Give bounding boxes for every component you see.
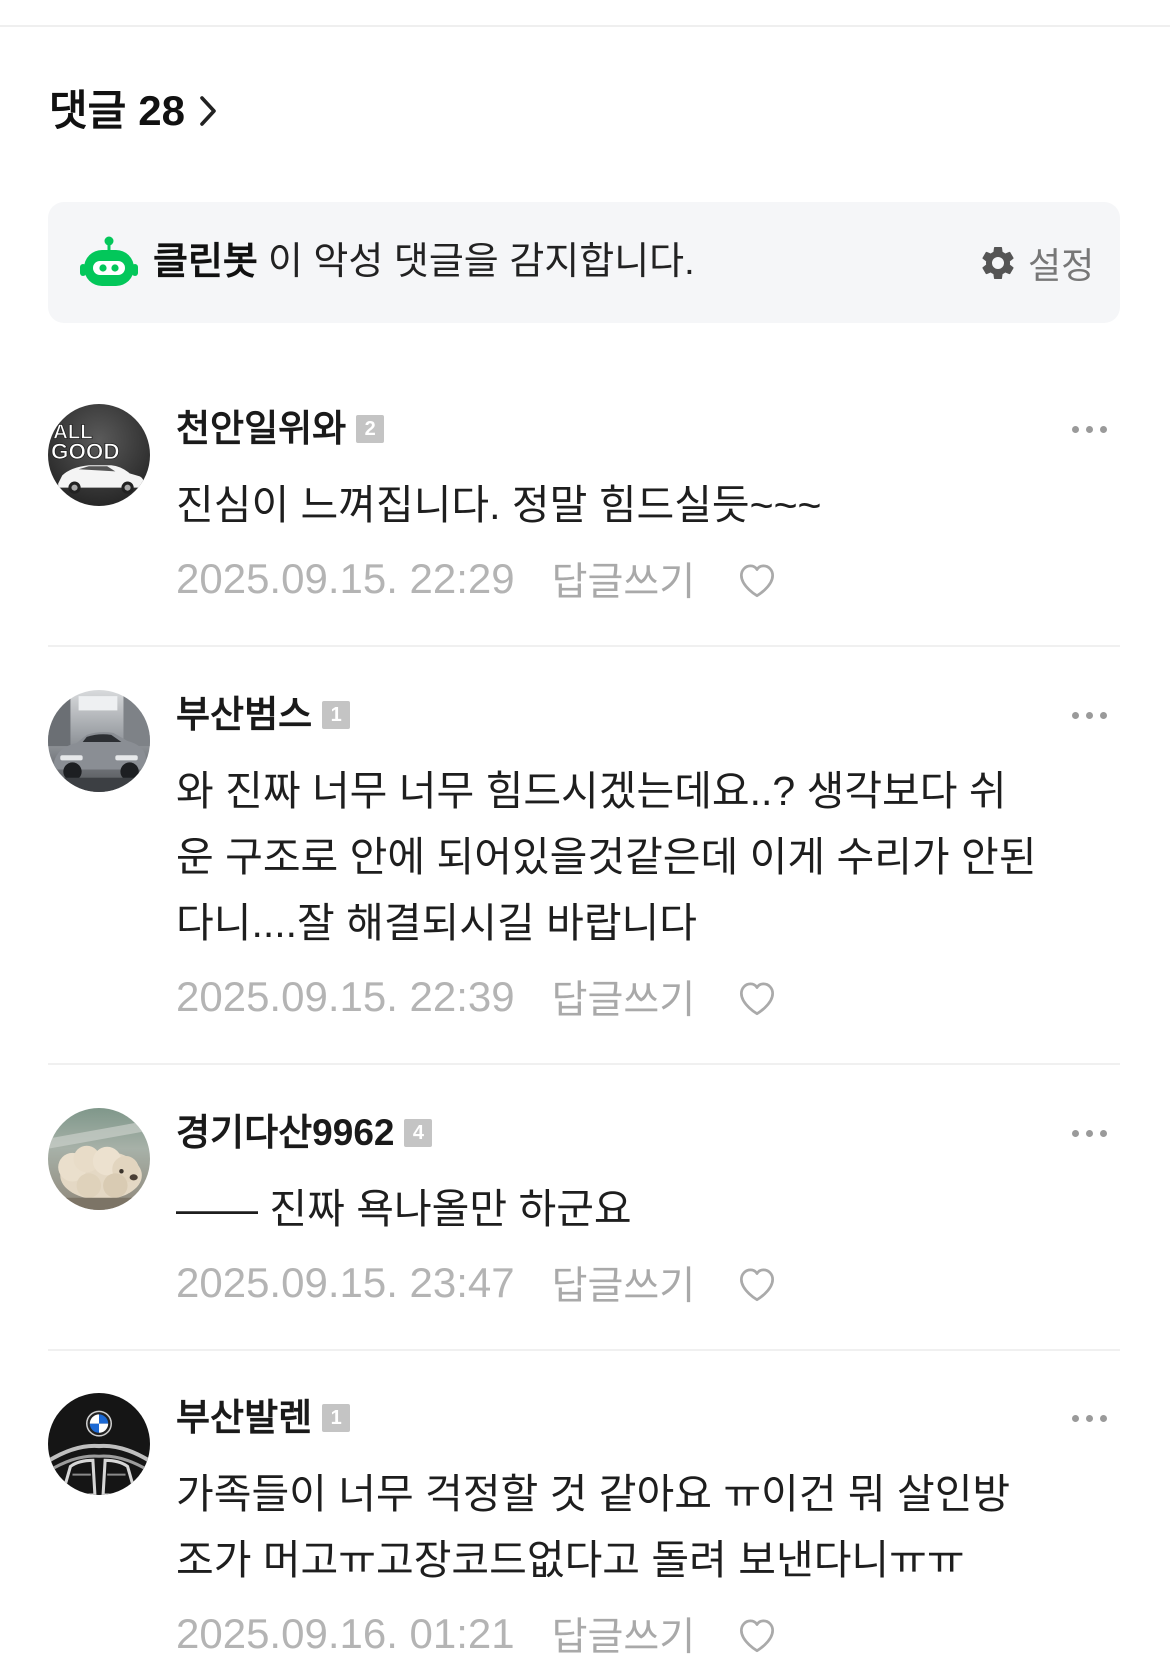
author-name[interactable]: 부산발렌 bbox=[176, 1393, 312, 1443]
avatar[interactable] bbox=[48, 1108, 150, 1210]
cleanbot-settings-button[interactable]: 설정 bbox=[978, 202, 1094, 323]
more-dot bbox=[1100, 711, 1107, 719]
comment-date: 2025.09.15. 22:29 bbox=[176, 555, 515, 602]
more-dot bbox=[1072, 1129, 1079, 1137]
comment-text: 진심이 느껴집니다. 정말 힘드실듯~~~ bbox=[176, 472, 1120, 538]
comment-line: 가족들이 너무 걱정할 것 같아요 ㅠ이건 뭐 살인방 bbox=[176, 1471, 1011, 1517]
settings-label: 설정 bbox=[1028, 244, 1095, 286]
author-name[interactable]: 부산범스 bbox=[176, 690, 312, 740]
chevron-right-icon bbox=[200, 96, 216, 126]
gear-icon bbox=[982, 246, 1014, 279]
more-dot bbox=[1086, 1129, 1093, 1137]
comment-divider bbox=[48, 645, 1120, 647]
comment-meta: 2025.09.15. 22:29 답글쓰기 bbox=[176, 554, 779, 604]
more-dot bbox=[1072, 425, 1079, 433]
comment-header: 천안일위와 2 bbox=[176, 404, 385, 454]
robot-icon bbox=[80, 236, 138, 286]
avatar-logo-text: GOOD bbox=[51, 439, 120, 464]
comment-line: 조가 머고ㅠ고장코드없다고 돌려 보낸다니ㅠㅠ bbox=[176, 1537, 965, 1583]
comment-meta: 2025.09.15. 23:47 답글쓰기 bbox=[176, 1258, 779, 1308]
avatar[interactable] bbox=[48, 1393, 150, 1495]
more-dot bbox=[1100, 425, 1107, 433]
level-badge: 1 bbox=[322, 1404, 351, 1432]
comment-meta: 2025.09.15. 22:39 답글쓰기 bbox=[176, 972, 779, 1022]
cleanbot-text: 이 악성 댓글을 감지합니다. bbox=[267, 241, 695, 283]
comments-title: 댓글 bbox=[49, 87, 127, 134]
comment-line: 진심이 느껴집니다. 정말 힘드실듯~~~ bbox=[176, 482, 822, 528]
comment-header: 부산발렌 1 bbox=[176, 1393, 351, 1443]
more-options-button[interactable] bbox=[1072, 1393, 1107, 1443]
reply-button[interactable]: 답글쓰기 bbox=[552, 1255, 696, 1311]
comment-header: 부산범스 1 bbox=[176, 690, 351, 740]
more-dot bbox=[1100, 1129, 1107, 1137]
comments-count: 28 bbox=[138, 87, 185, 134]
reply-button[interactable]: 답글쓰기 bbox=[552, 551, 696, 607]
more-options-button[interactable] bbox=[1072, 404, 1107, 454]
more-options-button[interactable] bbox=[1072, 690, 1107, 740]
comment-date: 2025.09.16. 01:21 bbox=[176, 1610, 515, 1657]
author-name[interactable]: 경기다산9962 bbox=[176, 1108, 394, 1158]
cleanbot-message: 클린봇 이 악성 댓글을 감지합니다. bbox=[153, 202, 695, 323]
comment-text: 가족들이 너무 걱정할 것 같아요 ㅠ이건 뭐 살인방 조가 머고ㅠ고장코드없다… bbox=[176, 1461, 1120, 1593]
cleanbot-name: 클린봇 bbox=[153, 241, 258, 283]
comments-header-link[interactable]: 댓글 28 bbox=[49, 83, 217, 139]
author-name[interactable]: 천안일위와 bbox=[176, 404, 346, 454]
top-divider bbox=[0, 25, 1170, 27]
more-dot bbox=[1072, 1414, 1079, 1422]
reply-button[interactable]: 답글쓰기 bbox=[552, 1606, 696, 1662]
avatar[interactable]: ALL GOOD bbox=[48, 404, 150, 506]
more-options-button[interactable] bbox=[1072, 1108, 1107, 1158]
comment-date: 2025.09.15. 23:47 bbox=[176, 1259, 515, 1306]
comment-text: 와 진짜 너무 너무 힘드시겠는데요..? 생각보다 쉬 운 구조로 안에 되어… bbox=[176, 758, 1120, 956]
avatar[interactable] bbox=[48, 690, 150, 792]
comment-divider bbox=[48, 1349, 1120, 1351]
more-dot bbox=[1086, 711, 1093, 719]
more-dot bbox=[1072, 711, 1079, 719]
heart-outline-icon[interactable] bbox=[735, 1263, 779, 1303]
comment-line: 운 구조로 안에 되어있을것같은데 이게 수리가 안된 bbox=[176, 834, 1037, 880]
heart-outline-icon[interactable] bbox=[735, 1614, 779, 1654]
level-badge: 4 bbox=[404, 1119, 433, 1147]
more-dot bbox=[1100, 1414, 1107, 1422]
reply-button[interactable]: 답글쓰기 bbox=[552, 969, 696, 1025]
cleanbot-banner: 클린봇 이 악성 댓글을 감지합니다. 설정 bbox=[48, 202, 1120, 323]
comment-meta: 2025.09.16. 01:21 답글쓰기 bbox=[176, 1609, 779, 1659]
comment-line: 와 진짜 너무 너무 힘드시겠는데요..? 생각보다 쉬 bbox=[176, 768, 1007, 814]
comment-text: —— 진짜 욕나올만 하군요 bbox=[176, 1176, 1120, 1242]
comment-header: 경기다산9962 4 bbox=[176, 1108, 433, 1158]
level-badge: 1 bbox=[322, 701, 351, 729]
heart-outline-icon[interactable] bbox=[735, 559, 779, 599]
more-dot bbox=[1086, 1414, 1093, 1422]
level-badge: 2 bbox=[356, 415, 385, 443]
comment-date: 2025.09.15. 22:39 bbox=[176, 973, 515, 1020]
heart-outline-icon[interactable] bbox=[735, 977, 779, 1017]
comment-divider bbox=[48, 1063, 1120, 1065]
comment-line: —— 진짜 욕나올만 하군요 bbox=[176, 1186, 632, 1232]
more-dot bbox=[1086, 425, 1093, 433]
comment-line: 다니....잘 해결되시길 바랍니다 bbox=[176, 900, 697, 946]
